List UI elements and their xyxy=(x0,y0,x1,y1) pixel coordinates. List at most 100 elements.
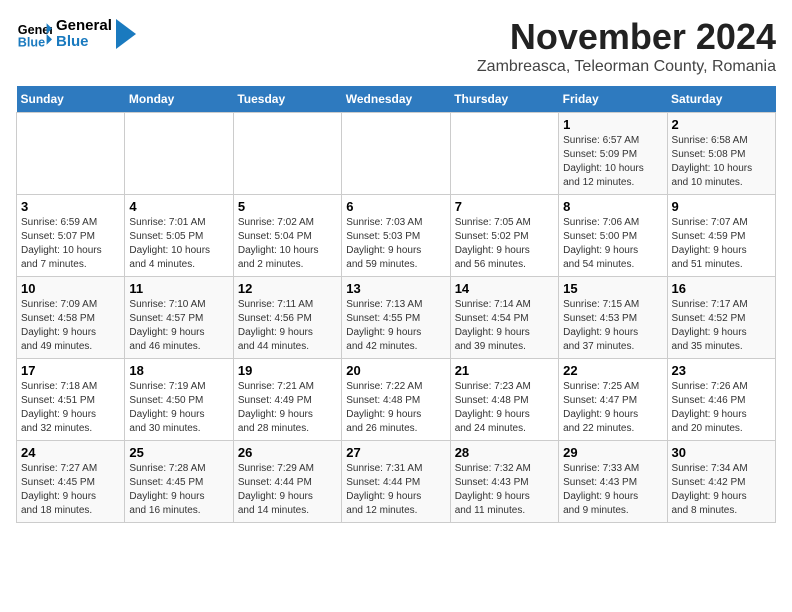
day-info: Sunrise: 7:18 AM Sunset: 4:51 PM Dayligh… xyxy=(21,380,120,436)
day-number: 1 xyxy=(563,117,662,132)
day-info: Sunrise: 7:07 AM Sunset: 4:59 PM Dayligh… xyxy=(672,216,771,272)
logo-blue: Blue xyxy=(56,34,112,51)
calendar-cell xyxy=(233,113,341,195)
calendar-cell: 5 Sunrise: 7:02 AM Sunset: 5:04 PM Daylig… xyxy=(233,195,341,277)
weekday-header: Wednesday xyxy=(342,86,450,113)
calendar-cell xyxy=(125,113,233,195)
day-number: 21 xyxy=(455,363,554,378)
calendar-cell: 1 Sunrise: 6:57 AM Sunset: 5:09 PM Daylig… xyxy=(559,113,667,195)
day-number: 4 xyxy=(129,199,228,214)
weekday-header: Monday xyxy=(125,86,233,113)
calendar-cell: 13Sunrise: 7:13 AM Sunset: 4:55 PM Dayli… xyxy=(342,277,450,359)
location-title: Zambreasca, Teleorman County, Romania xyxy=(477,58,776,76)
day-number: 5 xyxy=(238,199,337,214)
weekday-header: Tuesday xyxy=(233,86,341,113)
calendar-cell: 18Sunrise: 7:19 AM Sunset: 4:50 PM Dayli… xyxy=(125,359,233,441)
day-number: 3 xyxy=(21,199,120,214)
day-number: 14 xyxy=(455,281,554,296)
svg-text:Blue: Blue xyxy=(18,36,45,50)
calendar-cell: 3 Sunrise: 6:59 AM Sunset: 5:07 PM Daylig… xyxy=(17,195,125,277)
calendar-cell: 27 Sunrise: 7:31 AM Sunset: 4:44 PM Dayli… xyxy=(342,441,450,523)
month-title: November 2024 xyxy=(477,16,776,58)
calendar-cell: 15 Sunrise: 7:15 AM Sunset: 4:53 PM Dayli… xyxy=(559,277,667,359)
day-number: 10 xyxy=(21,281,120,296)
calendar-cell: 17Sunrise: 7:18 AM Sunset: 4:51 PM Dayli… xyxy=(17,359,125,441)
calendar-cell: 30 Sunrise: 7:34 AM Sunset: 4:42 PM Dayli… xyxy=(667,441,775,523)
day-number: 8 xyxy=(563,199,662,214)
calendar-cell: 16 Sunrise: 7:17 AM Sunset: 4:52 PM Dayli… xyxy=(667,277,775,359)
day-info: Sunrise: 7:26 AM Sunset: 4:46 PM Dayligh… xyxy=(672,380,771,436)
day-info: Sunrise: 7:21 AM Sunset: 4:49 PM Dayligh… xyxy=(238,380,337,436)
calendar-cell: 6 Sunrise: 7:03 AM Sunset: 5:03 PM Daylig… xyxy=(342,195,450,277)
day-info: Sunrise: 7:14 AM Sunset: 4:54 PM Dayligh… xyxy=(455,298,554,354)
day-info: Sunrise: 7:22 AM Sunset: 4:48 PM Dayligh… xyxy=(346,380,445,436)
logo-general: General xyxy=(56,18,112,35)
header: General Blue General Blue November 2024 … xyxy=(16,16,776,76)
day-info: Sunrise: 7:02 AM Sunset: 5:04 PM Dayligh… xyxy=(238,216,337,272)
calendar-cell: 22 Sunrise: 7:25 AM Sunset: 4:47 PM Dayli… xyxy=(559,359,667,441)
calendar-cell: 14 Sunrise: 7:14 AM Sunset: 4:54 PM Dayli… xyxy=(450,277,558,359)
calendar-cell: 8 Sunrise: 7:06 AM Sunset: 5:00 PM Daylig… xyxy=(559,195,667,277)
day-number: 28 xyxy=(455,445,554,460)
calendar-cell: 2Sunrise: 6:58 AM Sunset: 5:08 PM Daylig… xyxy=(667,113,775,195)
calendar-cell: 9 Sunrise: 7:07 AM Sunset: 4:59 PM Daylig… xyxy=(667,195,775,277)
day-number: 13 xyxy=(346,281,445,296)
calendar-cell: 11Sunrise: 7:10 AM Sunset: 4:57 PM Dayli… xyxy=(125,277,233,359)
day-number: 24 xyxy=(21,445,120,460)
calendar-week-row: 10 Sunrise: 7:09 AM Sunset: 4:58 PM Dayli… xyxy=(17,277,776,359)
calendar-cell: 12Sunrise: 7:11 AM Sunset: 4:56 PM Dayli… xyxy=(233,277,341,359)
day-info: Sunrise: 7:29 AM Sunset: 4:44 PM Dayligh… xyxy=(238,462,337,518)
day-number: 30 xyxy=(672,445,771,460)
day-info: Sunrise: 7:15 AM Sunset: 4:53 PM Dayligh… xyxy=(563,298,662,354)
day-number: 15 xyxy=(563,281,662,296)
day-info: Sunrise: 7:01 AM Sunset: 5:05 PM Dayligh… xyxy=(129,216,228,272)
calendar-cell: 25Sunrise: 7:28 AM Sunset: 4:45 PM Dayli… xyxy=(125,441,233,523)
calendar-week-row: 17Sunrise: 7:18 AM Sunset: 4:51 PM Dayli… xyxy=(17,359,776,441)
day-number: 7 xyxy=(455,199,554,214)
calendar-week-row: 1 Sunrise: 6:57 AM Sunset: 5:09 PM Daylig… xyxy=(17,113,776,195)
title-block: November 2024 Zambreasca, Teleorman Coun… xyxy=(477,16,776,76)
day-number: 29 xyxy=(563,445,662,460)
day-number: 26 xyxy=(238,445,337,460)
weekday-header: Sunday xyxy=(17,86,125,113)
day-number: 19 xyxy=(238,363,337,378)
calendar-cell: 28 Sunrise: 7:32 AM Sunset: 4:43 PM Dayli… xyxy=(450,441,558,523)
day-info: Sunrise: 6:57 AM Sunset: 5:09 PM Dayligh… xyxy=(563,134,662,190)
day-number: 22 xyxy=(563,363,662,378)
day-info: Sunrise: 7:17 AM Sunset: 4:52 PM Dayligh… xyxy=(672,298,771,354)
day-info: Sunrise: 7:06 AM Sunset: 5:00 PM Dayligh… xyxy=(563,216,662,272)
calendar-cell xyxy=(17,113,125,195)
day-number: 20 xyxy=(346,363,445,378)
calendar-table: SundayMondayTuesdayWednesdayThursdayFrid… xyxy=(16,86,776,523)
day-info: Sunrise: 7:03 AM Sunset: 5:03 PM Dayligh… xyxy=(346,216,445,272)
calendar-cell: 19 Sunrise: 7:21 AM Sunset: 4:49 PM Dayli… xyxy=(233,359,341,441)
day-info: Sunrise: 7:10 AM Sunset: 4:57 PM Dayligh… xyxy=(129,298,228,354)
calendar-week-row: 24 Sunrise: 7:27 AM Sunset: 4:45 PM Dayli… xyxy=(17,441,776,523)
calendar-cell: 29 Sunrise: 7:33 AM Sunset: 4:43 PM Dayli… xyxy=(559,441,667,523)
calendar-cell: 26 Sunrise: 7:29 AM Sunset: 4:44 PM Dayli… xyxy=(233,441,341,523)
day-number: 23 xyxy=(672,363,771,378)
calendar-cell xyxy=(342,113,450,195)
day-info: Sunrise: 7:25 AM Sunset: 4:47 PM Dayligh… xyxy=(563,380,662,436)
day-info: Sunrise: 7:32 AM Sunset: 4:43 PM Dayligh… xyxy=(455,462,554,518)
weekday-header: Thursday xyxy=(450,86,558,113)
day-info: Sunrise: 7:19 AM Sunset: 4:50 PM Dayligh… xyxy=(129,380,228,436)
day-number: 27 xyxy=(346,445,445,460)
day-number: 16 xyxy=(672,281,771,296)
day-info: Sunrise: 7:34 AM Sunset: 4:42 PM Dayligh… xyxy=(672,462,771,518)
day-number: 25 xyxy=(129,445,228,460)
day-info: Sunrise: 7:31 AM Sunset: 4:44 PM Dayligh… xyxy=(346,462,445,518)
day-info: Sunrise: 6:59 AM Sunset: 5:07 PM Dayligh… xyxy=(21,216,120,272)
logo: General Blue General Blue xyxy=(16,16,136,52)
logo-arrow-icon xyxy=(116,19,136,49)
calendar-cell: 23 Sunrise: 7:26 AM Sunset: 4:46 PM Dayli… xyxy=(667,359,775,441)
day-number: 6 xyxy=(346,199,445,214)
day-number: 9 xyxy=(672,199,771,214)
day-info: Sunrise: 7:27 AM Sunset: 4:45 PM Dayligh… xyxy=(21,462,120,518)
day-info: Sunrise: 7:09 AM Sunset: 4:58 PM Dayligh… xyxy=(21,298,120,354)
weekday-header: Saturday xyxy=(667,86,775,113)
day-info: Sunrise: 7:33 AM Sunset: 4:43 PM Dayligh… xyxy=(563,462,662,518)
calendar-cell: 21Sunrise: 7:23 AM Sunset: 4:48 PM Dayli… xyxy=(450,359,558,441)
day-info: Sunrise: 7:11 AM Sunset: 4:56 PM Dayligh… xyxy=(238,298,337,354)
weekday-header: Friday xyxy=(559,86,667,113)
